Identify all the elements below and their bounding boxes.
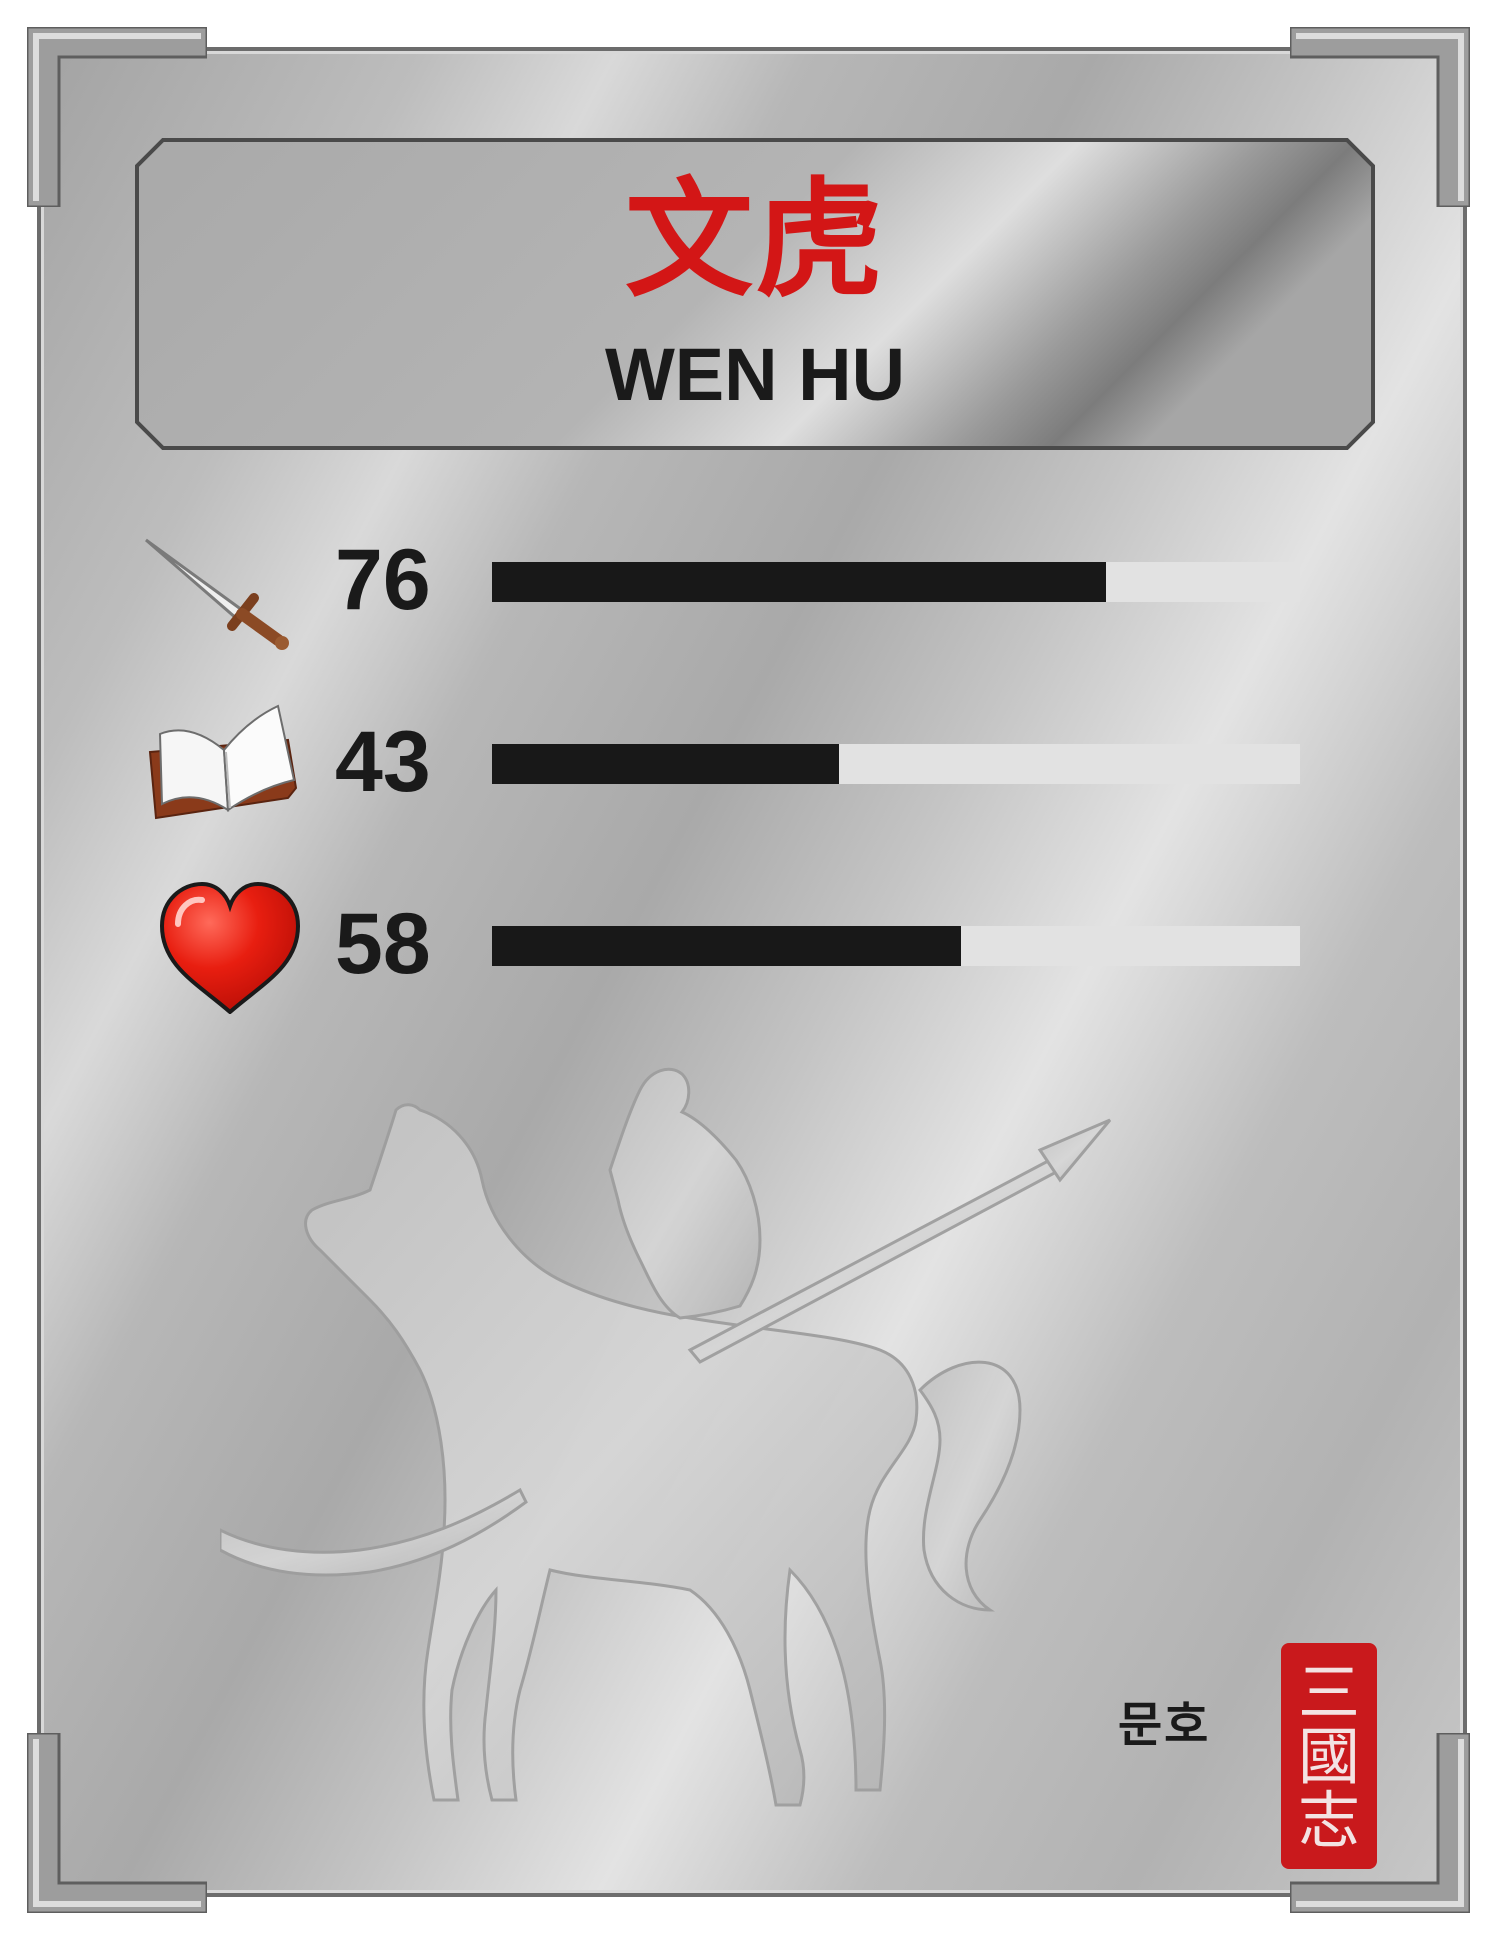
intelligence-value: 43 <box>335 714 431 810</box>
korean-name: 문호 <box>1118 1697 1211 1753</box>
corner-bracket-bottom-left <box>27 1733 207 1913</box>
stat-row-intelligence: 43 <box>0 692 1500 832</box>
title-plate: 文虎 WEN HU <box>135 138 1375 450</box>
intelligence-bar-track <box>492 744 1300 784</box>
strength-value: 76 <box>335 532 431 628</box>
sword-icon <box>138 510 308 650</box>
intelligence-bar-fill <box>492 744 840 784</box>
health-bar-fill <box>492 926 961 966</box>
seal-text: 三國志 <box>1297 1656 1360 1857</box>
horseman-silhouette-illustration <box>220 1050 1140 1830</box>
book-icon <box>138 692 308 832</box>
stat-row-health: 58 <box>0 874 1500 1014</box>
character-name-english: WEN HU <box>604 333 906 416</box>
strength-bar-fill <box>492 562 1107 602</box>
health-value: 58 <box>335 896 431 992</box>
health-bar-track <box>492 926 1300 966</box>
strength-bar-track <box>492 562 1300 602</box>
heart-icon <box>138 874 308 1014</box>
character-name-chinese: 文虎 <box>624 166 885 315</box>
red-seal-stamp: 三國志 <box>1281 1643 1377 1869</box>
stat-row-strength: 76 <box>0 510 1500 650</box>
